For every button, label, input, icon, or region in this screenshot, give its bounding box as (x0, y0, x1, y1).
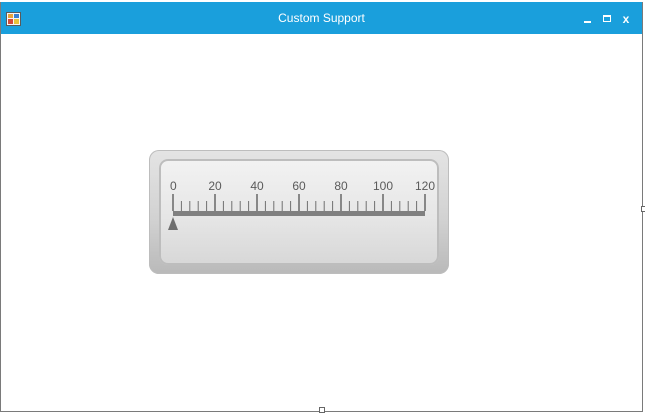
linear-gauge: 0 20 40 60 80 100 120 (149, 150, 449, 274)
tick-label: 80 (334, 179, 348, 193)
maximize-button[interactable] (600, 12, 614, 26)
close-icon: x (622, 12, 630, 26)
tick-label: 40 (250, 179, 264, 193)
window-title: Custom Support (278, 11, 365, 25)
tick-label: 120 (415, 179, 435, 193)
gauge-scale: 0 20 40 60 80 100 120 (168, 179, 435, 230)
close-button[interactable]: x (619, 12, 633, 26)
tick-label: 60 (292, 179, 306, 193)
main-window: Custom Support x 0 20 40 60 80 100 120 (0, 2, 645, 413)
tick-label: 20 (208, 179, 222, 193)
resize-grip-right[interactable] (641, 206, 645, 212)
tick-label: 0 (170, 179, 177, 193)
gauge-face: 0 20 40 60 80 100 120 (159, 159, 439, 265)
minimize-icon (584, 21, 591, 23)
maximize-icon (603, 15, 611, 22)
minimize-button[interactable] (580, 12, 594, 26)
title-bar[interactable]: Custom Support x (1, 2, 642, 34)
resize-grip-bottom[interactable] (319, 407, 325, 413)
tick-label: 100 (373, 179, 393, 193)
gauge-pointer (168, 217, 178, 230)
gauge-bar (173, 211, 425, 216)
